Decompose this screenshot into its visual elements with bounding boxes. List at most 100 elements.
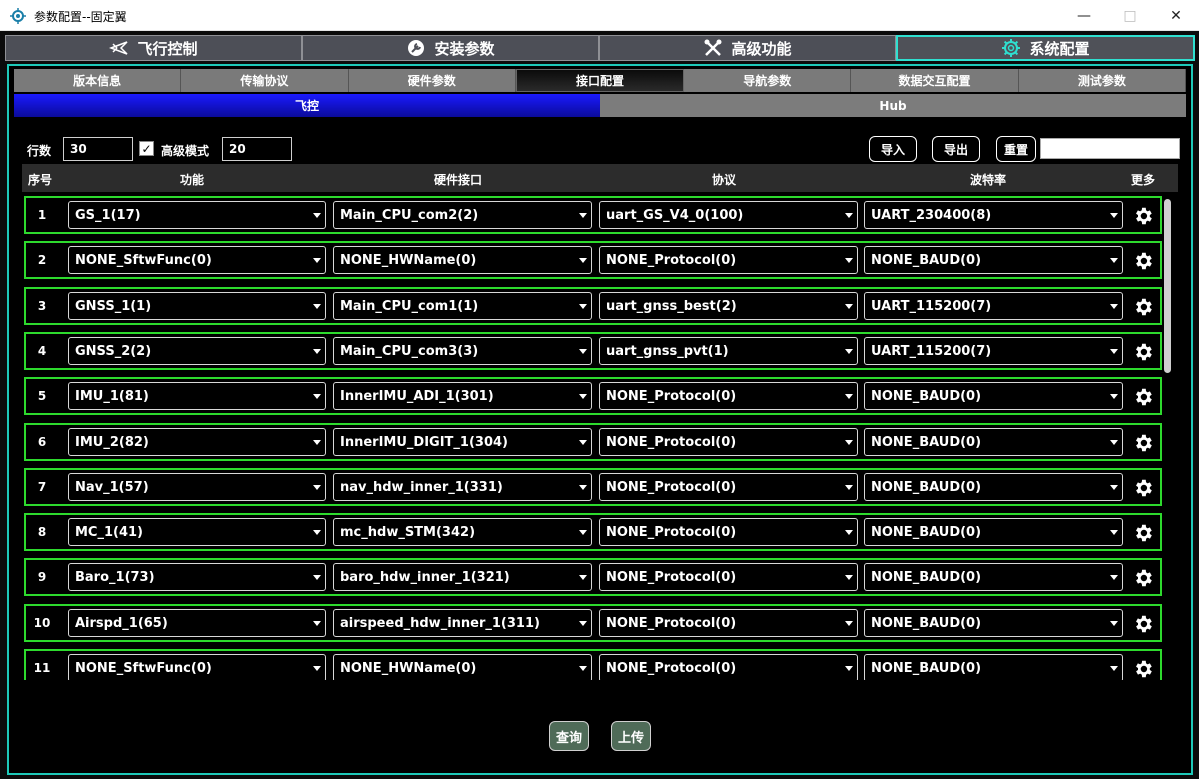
function-select[interactable]: Airspd_1(65) <box>68 608 326 637</box>
settings-gear-icon[interactable] <box>1132 567 1154 589</box>
baud-rate-select[interactable]: NONE_BAUD(0) <box>864 608 1123 637</box>
protocol-select[interactable]: NONE_Protocol(0) <box>599 472 858 501</box>
chevron-down-icon <box>845 666 853 671</box>
controls-bar: 行数 30 ✓ 高级模式 20 导入 导出 重置 <box>9 136 1191 162</box>
hardware-interface-select[interactable]: nav_hdw_inner_1(331) <box>333 472 592 501</box>
table-header: 序号 功能 硬件接口 协议 波特率 更多 <box>22 164 1178 192</box>
function-select[interactable]: GNSS_1(1) <box>68 291 326 320</box>
hardware-interface-select[interactable]: airspeed_hdw_inner_1(311) <box>333 608 592 637</box>
protocol-select[interactable]: NONE_Protocol(0) <box>599 518 858 547</box>
subtab-hardware-params[interactable]: 硬件参数 <box>348 69 516 92</box>
protocol-select[interactable]: NONE_Protocol(0) <box>599 427 858 456</box>
function-select[interactable]: Baro_1(73) <box>68 563 326 592</box>
hardware-interface-select[interactable]: Main_CPU_com1(1) <box>333 291 592 320</box>
tab-hub[interactable]: Hub <box>600 94 1186 117</box>
settings-gear-icon[interactable] <box>1132 205 1154 227</box>
close-button[interactable]: ✕ <box>1153 0 1199 31</box>
settings-gear-icon[interactable] <box>1132 432 1154 454</box>
tab-flight-control[interactable]: 飞行控制 <box>5 35 302 61</box>
tab-advanced-functions[interactable]: 高级功能 <box>599 35 896 61</box>
subtab-version-info[interactable]: 版本信息 <box>14 69 182 92</box>
hardware-interface-select[interactable]: NONE_HWName(0) <box>333 654 592 680</box>
minimize-button[interactable]: — <box>1061 0 1107 31</box>
subtab-navigation-params[interactable]: 导航参数 <box>684 69 852 92</box>
hardware-interface-select[interactable]: InnerIMU_DIGIT_1(304) <box>333 427 592 456</box>
hardware-interface-select[interactable]: baro_hdw_inner_1(321) <box>333 563 592 592</box>
advanced-mode-checkbox[interactable]: ✓ <box>139 141 154 156</box>
chevron-down-icon <box>313 666 321 671</box>
table-scrollbar[interactable] <box>1162 196 1172 680</box>
hardware-interface-select[interactable]: NONE_HWName(0) <box>333 246 592 275</box>
upload-button[interactable]: 上传 <box>611 721 651 751</box>
settings-gear-icon[interactable] <box>1132 522 1154 544</box>
protocol-select[interactable]: uart_gnss_best(2) <box>599 291 858 320</box>
function-select[interactable]: NONE_SftwFunc(0) <box>68 246 326 275</box>
settings-gear-icon[interactable] <box>1132 296 1154 318</box>
subtab-test-params[interactable]: 测试参数 <box>1018 69 1186 92</box>
chevron-down-icon <box>845 213 853 218</box>
baud-rate-select[interactable]: NONE_BAUD(0) <box>864 563 1123 592</box>
baud-rate-select[interactable]: NONE_BAUD(0) <box>864 246 1123 275</box>
settings-gear-icon[interactable] <box>1132 658 1154 680</box>
settings-gear-icon[interactable] <box>1132 477 1154 499</box>
protocol-select[interactable]: uart_gnss_pvt(1) <box>599 336 858 365</box>
function-select[interactable]: IMU_2(82) <box>68 427 326 456</box>
function-select[interactable]: GS_1(17) <box>68 201 326 229</box>
protocol-select[interactable]: NONE_Protocol(0) <box>599 246 858 275</box>
tab-system-config[interactable]: 系统配置 <box>896 35 1195 61</box>
subtab-interface-config[interactable]: 接口配置 <box>515 69 685 92</box>
query-button[interactable]: 查询 <box>549 721 589 751</box>
header-baud-rate: 波特率 <box>970 173 1007 187</box>
baud-rate-select[interactable]: NONE_BAUD(0) <box>864 518 1123 547</box>
function-select[interactable]: Nav_1(57) <box>68 472 326 501</box>
subtab-transport-protocol[interactable]: 传输协议 <box>181 69 349 92</box>
chevron-down-icon <box>579 213 587 218</box>
settings-gear-icon[interactable] <box>1132 341 1154 363</box>
header-more: 更多 <box>1131 173 1156 187</box>
hardware-interface-select-value: nav_hdw_inner_1(331) <box>340 479 503 495</box>
hardware-interface-select[interactable]: Main_CPU_com3(3) <box>333 336 592 365</box>
settings-gear-icon[interactable] <box>1132 613 1154 635</box>
maximize-button[interactable]: □ <box>1107 0 1153 31</box>
search-input[interactable] <box>1040 138 1180 159</box>
hardware-interface-select[interactable]: Main_CPU_com2(2) <box>333 201 592 229</box>
chevron-down-icon <box>1110 620 1118 626</box>
hardware-interface-select[interactable]: InnerIMU_ADI_1(301) <box>333 382 592 411</box>
rows-input[interactable]: 30 <box>63 137 133 161</box>
baud-rate-select[interactable]: NONE_BAUD(0) <box>864 654 1123 680</box>
row-index: 8 <box>37 525 47 540</box>
function-select-value: GNSS_2(2) <box>75 343 152 359</box>
baud-rate-select[interactable]: UART_115200(7) <box>864 336 1123 365</box>
advanced-mode-input[interactable]: 20 <box>222 137 292 161</box>
baud-rate-select[interactable]: NONE_BAUD(0) <box>864 382 1123 411</box>
subtab-data-exchange-config[interactable]: 数据交互配置 <box>851 69 1019 92</box>
settings-gear-icon[interactable] <box>1132 386 1154 408</box>
function-select[interactable]: NONE_SftwFunc(0) <box>68 654 326 680</box>
protocol-select[interactable]: uart_GS_V4_0(100) <box>599 201 858 229</box>
chevron-down-icon <box>313 575 321 581</box>
baud-rate-select-value: NONE_BAUD(0) <box>871 389 982 405</box>
settings-gear-icon[interactable] <box>1132 250 1154 272</box>
tab-flight-controller[interactable]: 飞控 <box>14 94 600 117</box>
chevron-down-icon <box>313 348 321 354</box>
export-button[interactable]: 导出 <box>932 136 980 162</box>
chevron-down-icon <box>1110 530 1118 536</box>
protocol-select[interactable]: NONE_Protocol(0) <box>599 654 858 680</box>
baud-rate-select[interactable]: UART_115200(7) <box>864 291 1123 320</box>
scrollbar-thumb[interactable] <box>1164 199 1171 373</box>
protocol-select[interactable]: NONE_Protocol(0) <box>599 563 858 592</box>
function-select[interactable]: MC_1(41) <box>68 518 326 547</box>
protocol-select[interactable]: NONE_Protocol(0) <box>599 382 858 411</box>
reset-button[interactable]: 重置 <box>996 136 1036 162</box>
hardware-interface-select[interactable]: mc_hdw_STM(342) <box>333 518 592 547</box>
protocol-select[interactable]: NONE_Protocol(0) <box>599 608 858 637</box>
tab-install-params[interactable]: 安装参数 <box>302 35 599 61</box>
import-button[interactable]: 导入 <box>869 136 917 162</box>
baud-rate-select[interactable]: NONE_BAUD(0) <box>864 472 1123 501</box>
baud-rate-select[interactable]: UART_230400(8) <box>864 201 1123 229</box>
function-select[interactable]: GNSS_2(2) <box>68 336 326 365</box>
function-select-value: GS_1(17) <box>75 208 141 223</box>
baud-rate-select[interactable]: NONE_BAUD(0) <box>864 427 1123 456</box>
function-select[interactable]: IMU_1(81) <box>68 382 326 411</box>
tab-label: 系统配置 <box>1029 39 1090 58</box>
